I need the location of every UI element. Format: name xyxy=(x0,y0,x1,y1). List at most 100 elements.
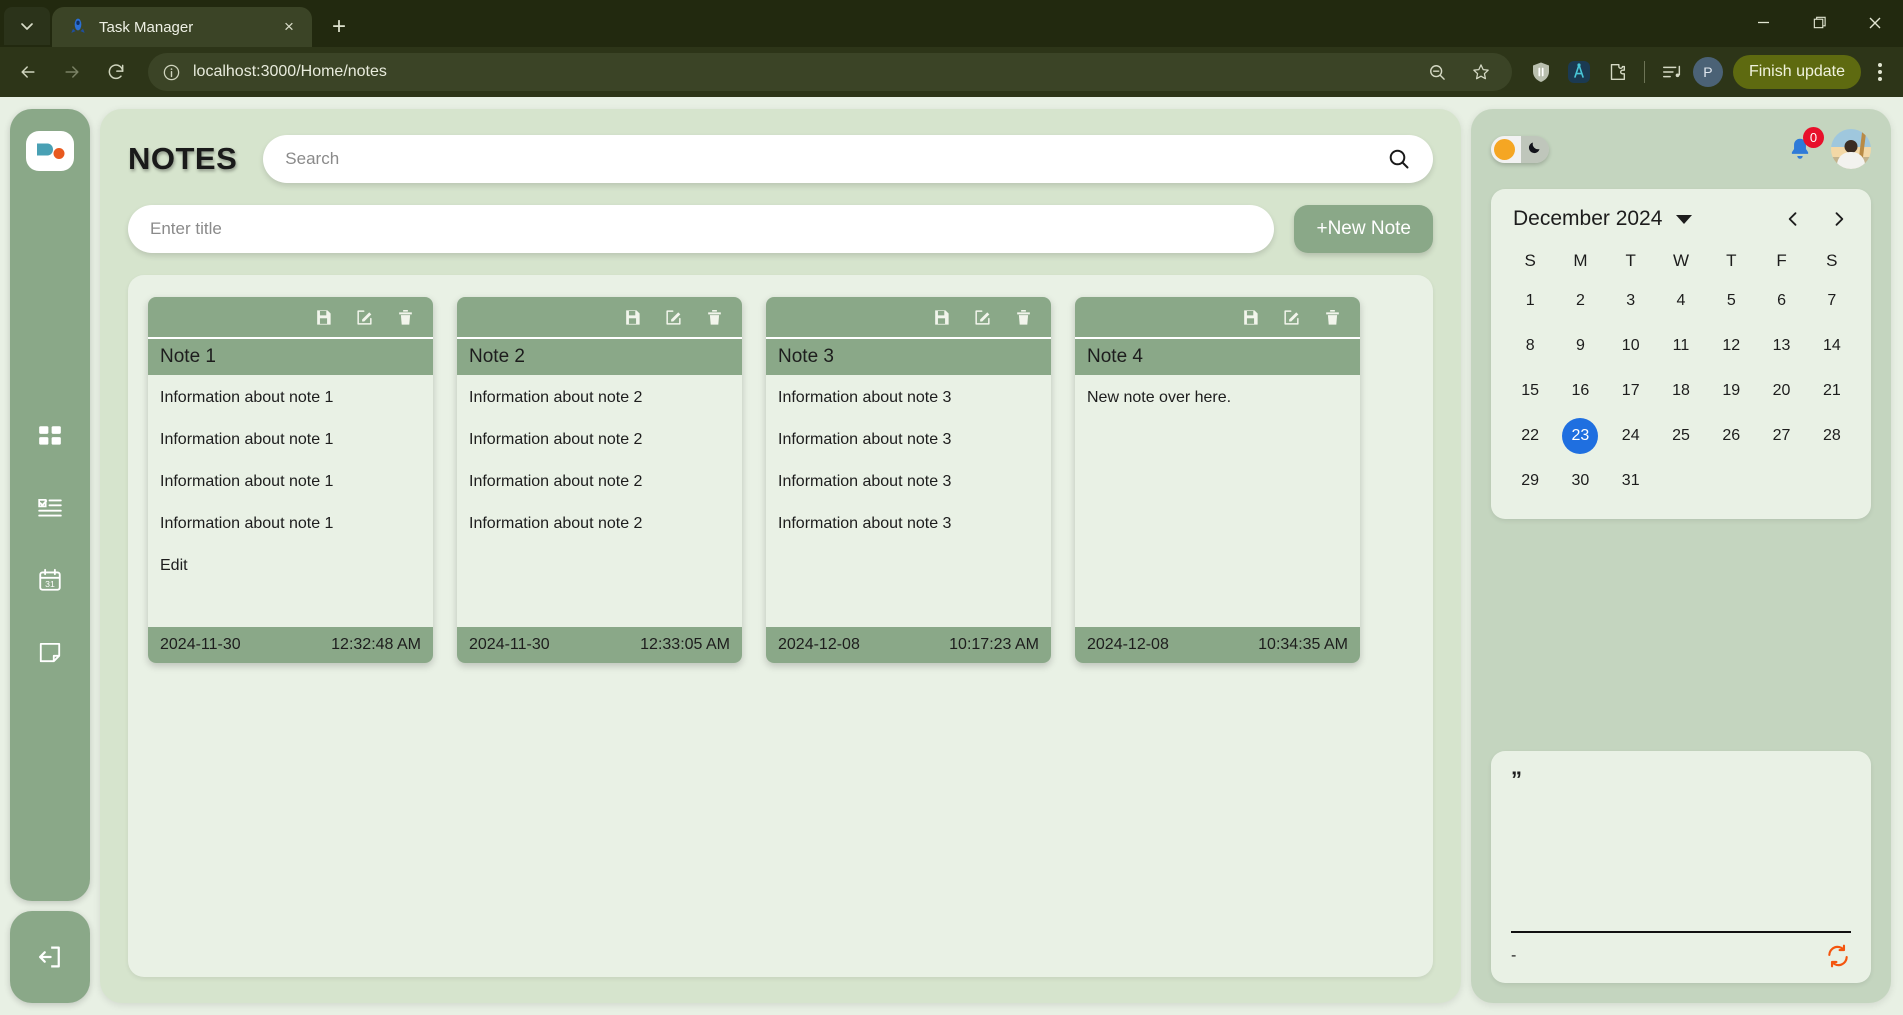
extension-ai-icon[interactable] xyxy=(1562,55,1596,89)
sidebar-item-tasks[interactable] xyxy=(35,493,65,523)
user-avatar[interactable] xyxy=(1831,129,1871,169)
note-card[interactable]: Note 2 Information about note 2 Informat… xyxy=(457,297,742,663)
trash-icon[interactable] xyxy=(705,308,724,327)
bookmark-star-icon[interactable] xyxy=(1464,55,1498,89)
save-floppy-icon[interactable] xyxy=(932,308,951,327)
calendar-day[interactable]: 7 xyxy=(1807,283,1857,319)
calendar-day[interactable]: 26 xyxy=(1706,418,1756,454)
search-bar[interactable] xyxy=(263,135,1433,183)
calendar-day[interactable]: 6 xyxy=(1756,283,1806,319)
new-note-button[interactable]: +New Note xyxy=(1294,205,1433,253)
calendar-day[interactable]: 10 xyxy=(1606,328,1656,364)
new-tab-button[interactable]: + xyxy=(322,10,356,44)
maximize-icon[interactable] xyxy=(1791,0,1847,45)
calendar-day[interactable]: 24 xyxy=(1606,418,1656,454)
calendar-day[interactable]: 20 xyxy=(1756,373,1806,409)
edit-pencil-icon[interactable] xyxy=(973,308,992,327)
calendar-day[interactable]: 30 xyxy=(1555,463,1605,499)
calendar-nav xyxy=(1783,209,1849,229)
note-title: Note 1 xyxy=(148,337,433,375)
calendar-day[interactable]: 9 xyxy=(1555,328,1605,364)
calendar-day[interactable]: 5 xyxy=(1706,283,1756,319)
search-icon[interactable] xyxy=(1387,147,1411,171)
calendar-prev-icon[interactable] xyxy=(1783,209,1803,229)
calendar-day[interactable]: 13 xyxy=(1756,328,1806,364)
calendar-day[interactable]: 1 xyxy=(1505,283,1555,319)
close-window-icon[interactable] xyxy=(1847,0,1903,45)
rocket-icon xyxy=(68,17,88,37)
search-input[interactable] xyxy=(285,149,1387,169)
close-icon[interactable]: × xyxy=(278,16,300,38)
note-line: Information about note 2 xyxy=(469,431,643,448)
theme-toggle[interactable] xyxy=(1491,135,1549,163)
note-card[interactable]: Note 3 Information about note 3 Informat… xyxy=(766,297,1051,663)
note-footer: 2024-12-08 10:34:35 AM xyxy=(1075,627,1360,663)
calendar-day[interactable]: 18 xyxy=(1656,373,1706,409)
app-logo[interactable] xyxy=(26,131,74,171)
edit-pencil-icon[interactable] xyxy=(664,308,683,327)
edit-pencil-icon[interactable] xyxy=(1282,308,1301,327)
note-title-input[interactable] xyxy=(128,205,1275,253)
sidebar-item-dashboard[interactable] xyxy=(35,421,65,451)
site-info-icon[interactable] xyxy=(162,63,181,82)
calendar-day-number: 8 xyxy=(1525,337,1535,354)
reload-icon[interactable] xyxy=(96,52,136,92)
zoom-out-icon[interactable] xyxy=(1420,55,1454,89)
note-body[interactable]: Information about note 1 Information abo… xyxy=(148,375,433,627)
note-card[interactable]: Note 1 Information about note 1 Informat… xyxy=(148,297,433,663)
sidebar: 31 xyxy=(10,109,90,1003)
calendar-day[interactable]: 3 xyxy=(1606,283,1656,319)
note-body[interactable]: New note over here. xyxy=(1075,375,1360,627)
chevron-down-icon[interactable] xyxy=(1676,214,1693,224)
calendar-day[interactable]: 21 xyxy=(1807,373,1857,409)
sidebar-item-notes[interactable] xyxy=(35,637,65,667)
calendar-day[interactable]: 28 xyxy=(1807,418,1857,454)
calendar-day[interactable]: 14 xyxy=(1807,328,1857,364)
note-body[interactable]: Information about note 3 Information abo… xyxy=(766,375,1051,627)
note-title: Note 2 xyxy=(457,337,742,375)
calendar-day[interactable]: 12 xyxy=(1706,328,1756,364)
shield-icon[interactable] xyxy=(1524,55,1558,89)
calendar-day[interactable]: 27 xyxy=(1756,418,1806,454)
trash-icon[interactable] xyxy=(396,308,415,327)
chrome-menu-icon[interactable] xyxy=(1865,53,1895,91)
media-playlist-icon[interactable] xyxy=(1655,55,1689,89)
calendar-day[interactable]: 19 xyxy=(1706,373,1756,409)
sidebar-logout[interactable] xyxy=(10,911,90,1003)
refresh-icon[interactable] xyxy=(1825,943,1851,969)
calendar-day[interactable]: 15 xyxy=(1505,373,1555,409)
calendar-day[interactable]: 29 xyxy=(1505,463,1555,499)
back-icon[interactable] xyxy=(8,52,48,92)
calendar-day[interactable]: 31 xyxy=(1606,463,1656,499)
address-bar[interactable]: localhost:3000/Home/notes xyxy=(148,53,1512,91)
calendar-day[interactable]: 4 xyxy=(1656,283,1706,319)
calendar-day[interactable]: 11 xyxy=(1656,328,1706,364)
calendar-day[interactable]: 2 xyxy=(1555,283,1605,319)
save-floppy-icon[interactable] xyxy=(314,308,333,327)
calendar-day[interactable]: 17 xyxy=(1606,373,1656,409)
calendar-day[interactable]: 25 xyxy=(1656,418,1706,454)
profile-avatar[interactable]: P xyxy=(1692,57,1723,87)
right-panel-actions: 0 xyxy=(1787,127,1871,169)
sidebar-item-calendar[interactable]: 31 xyxy=(35,565,65,595)
forward-icon[interactable] xyxy=(52,52,92,92)
save-floppy-icon[interactable] xyxy=(1241,308,1260,327)
notifications-button[interactable]: 0 xyxy=(1787,127,1824,162)
minimize-icon[interactable] xyxy=(1735,0,1791,45)
calendar-next-icon[interactable] xyxy=(1829,209,1849,229)
note-card[interactable]: Note 4 New note over here. 2024-12-08 10… xyxy=(1075,297,1360,663)
trash-icon[interactable] xyxy=(1014,308,1033,327)
note-body[interactable]: Information about note 2 Information abo… xyxy=(457,375,742,627)
calendar-day[interactable]: 22 xyxy=(1505,418,1555,454)
calendar-day[interactable]: 16 xyxy=(1555,373,1605,409)
browser-tab[interactable]: Task Manager × xyxy=(52,7,312,47)
calendar-day[interactable]: 8 xyxy=(1505,328,1555,364)
trash-icon[interactable] xyxy=(1323,308,1342,327)
save-floppy-icon[interactable] xyxy=(623,308,642,327)
calendar-day-number: 23 xyxy=(1562,418,1599,454)
finish-update-button[interactable]: Finish update xyxy=(1732,55,1861,89)
tab-search-chevron-icon[interactable] xyxy=(4,7,50,45)
extensions-puzzle-icon[interactable] xyxy=(1600,55,1634,89)
edit-pencil-icon[interactable] xyxy=(355,308,374,327)
calendar-day[interactable]: 23 xyxy=(1555,418,1605,454)
